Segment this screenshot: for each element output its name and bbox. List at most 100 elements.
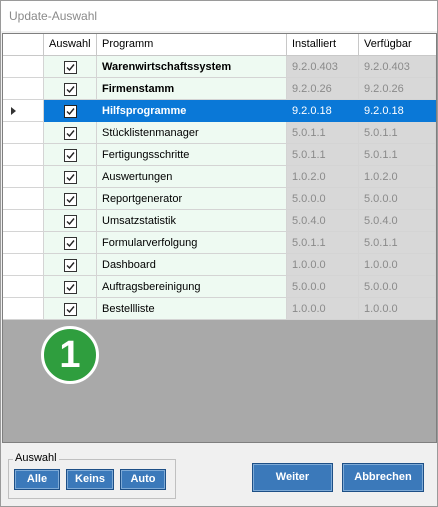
- table-row[interactable]: Formularverfolgung 5.0.1.1 5.0.1.1: [3, 232, 436, 254]
- table-row[interactable]: Auswertungen 1.0.2.0 1.0.2.0: [3, 166, 436, 188]
- row-header-cell[interactable]: [3, 56, 44, 78]
- row-header-cell[interactable]: [3, 210, 44, 232]
- row-header-cell[interactable]: [3, 122, 44, 144]
- row-checkbox[interactable]: [64, 149, 77, 162]
- row-header-cell[interactable]: [3, 166, 44, 188]
- table-row[interactable]: Reportgenerator 5.0.0.0 5.0.0.0: [3, 188, 436, 210]
- available-version-cell: 5.0.0.0: [359, 276, 436, 298]
- program-name-cell[interactable]: Auswertungen: [97, 166, 287, 188]
- table-row[interactable]: Bestellliste 1.0.0.0 1.0.0.0: [3, 298, 436, 320]
- table-row[interactable]: Fertigungsschritte 5.0.1.1 5.0.1.1: [3, 144, 436, 166]
- header-verfuegbar[interactable]: Verfügbar: [359, 34, 436, 55]
- row-header-cell[interactable]: [3, 188, 44, 210]
- row-checkbox[interactable]: [64, 281, 77, 294]
- checkmark-icon: [66, 86, 75, 94]
- program-name-cell[interactable]: Bestellliste: [97, 298, 287, 320]
- header-row-indicator: [3, 34, 44, 55]
- header-installiert[interactable]: Installiert: [287, 34, 359, 55]
- auswahl-cell[interactable]: [44, 254, 97, 276]
- checkmark-icon: [66, 306, 75, 314]
- update-dialog: Update-Auswahl Auswahl Programm Installi…: [0, 0, 438, 507]
- select-none-button[interactable]: Keins: [66, 469, 114, 490]
- checkmark-icon: [66, 284, 75, 292]
- auswahl-cell[interactable]: [44, 298, 97, 320]
- available-version-cell: 5.0.4.0: [359, 210, 436, 232]
- header-programm[interactable]: Programm: [97, 34, 287, 55]
- row-header-cell[interactable]: [3, 144, 44, 166]
- row-header-cell[interactable]: [3, 100, 44, 122]
- table-row[interactable]: Auftragsbereinigung 5.0.0.0 5.0.0.0: [3, 276, 436, 298]
- installed-version-cell: 9.2.0.18: [287, 100, 359, 122]
- auswahl-cell[interactable]: [44, 100, 97, 122]
- auswahl-cell[interactable]: [44, 166, 97, 188]
- row-header-cell[interactable]: [3, 232, 44, 254]
- checkmark-icon: [66, 130, 75, 138]
- row-header-cell[interactable]: [3, 276, 44, 298]
- selection-group-label: Auswahl: [13, 452, 59, 464]
- grid-header: Auswahl Programm Installiert Verfügbar: [3, 34, 436, 56]
- program-name-cell[interactable]: Firmenstamm: [97, 78, 287, 100]
- table-row[interactable]: Hilfsprogramme 9.2.0.18 9.2.0.18: [3, 100, 436, 122]
- select-auto-button[interactable]: Auto: [120, 469, 166, 490]
- next-button[interactable]: Weiter: [252, 463, 333, 492]
- available-version-cell: 5.0.1.1: [359, 232, 436, 254]
- program-name-cell[interactable]: Stücklistenmanager: [97, 122, 287, 144]
- available-version-cell: 5.0.0.0: [359, 188, 436, 210]
- auswahl-cell[interactable]: [44, 276, 97, 298]
- table-row[interactable]: Dashboard 1.0.0.0 1.0.0.0: [3, 254, 436, 276]
- auswahl-cell[interactable]: [44, 188, 97, 210]
- program-name-cell[interactable]: Formularverfolgung: [97, 232, 287, 254]
- program-name-cell[interactable]: Warenwirtschaftssystem: [97, 56, 287, 78]
- installed-version-cell: 1.0.2.0: [287, 166, 359, 188]
- step-number-badge: 1: [41, 326, 99, 384]
- installed-version-cell: 9.2.0.26: [287, 78, 359, 100]
- program-name-cell[interactable]: Umsatzstatistik: [97, 210, 287, 232]
- row-checkbox[interactable]: [64, 193, 77, 206]
- program-name-cell[interactable]: Fertigungsschritte: [97, 144, 287, 166]
- checkmark-icon: [66, 64, 75, 72]
- auswahl-cell[interactable]: [44, 122, 97, 144]
- auswahl-cell[interactable]: [44, 56, 97, 78]
- table-row[interactable]: Firmenstamm 9.2.0.26 9.2.0.26: [3, 78, 436, 100]
- header-auswahl[interactable]: Auswahl: [44, 34, 97, 55]
- row-checkbox[interactable]: [64, 237, 77, 250]
- table-row[interactable]: Umsatzstatistik 5.0.4.0 5.0.4.0: [3, 210, 436, 232]
- current-row-arrow-icon: [11, 107, 16, 115]
- row-checkbox[interactable]: [64, 259, 77, 272]
- available-version-cell: 1.0.0.0: [359, 254, 436, 276]
- auswahl-cell[interactable]: [44, 78, 97, 100]
- checkmark-icon: [66, 152, 75, 160]
- available-version-cell: 9.2.0.18: [359, 100, 436, 122]
- row-header-cell[interactable]: [3, 298, 44, 320]
- row-header-cell[interactable]: [3, 78, 44, 100]
- select-all-button[interactable]: Alle: [14, 469, 60, 490]
- program-name-cell[interactable]: Hilfsprogramme: [97, 100, 287, 122]
- installed-version-cell: 5.0.1.1: [287, 232, 359, 254]
- auswahl-cell[interactable]: [44, 210, 97, 232]
- table-row[interactable]: Stücklistenmanager 5.0.1.1 5.0.1.1: [3, 122, 436, 144]
- row-checkbox[interactable]: [64, 303, 77, 316]
- program-name-cell[interactable]: Dashboard: [97, 254, 287, 276]
- table-row[interactable]: Warenwirtschaftssystem 9.2.0.403 9.2.0.403: [3, 56, 436, 78]
- installed-version-cell: 5.0.1.1: [287, 144, 359, 166]
- installed-version-cell: 9.2.0.403: [287, 56, 359, 78]
- row-checkbox[interactable]: [64, 61, 77, 74]
- installed-version-cell: 5.0.0.0: [287, 188, 359, 210]
- cancel-button[interactable]: Abbrechen: [342, 463, 424, 492]
- row-checkbox[interactable]: [64, 105, 77, 118]
- auswahl-cell[interactable]: [44, 144, 97, 166]
- auswahl-cell[interactable]: [44, 232, 97, 254]
- program-name-cell[interactable]: Reportgenerator: [97, 188, 287, 210]
- row-checkbox[interactable]: [64, 83, 77, 96]
- installed-version-cell: 5.0.4.0: [287, 210, 359, 232]
- row-checkbox[interactable]: [64, 215, 77, 228]
- row-checkbox[interactable]: [64, 127, 77, 140]
- checkmark-icon: [66, 218, 75, 226]
- program-name-cell[interactable]: Auftragsbereinigung: [97, 276, 287, 298]
- checkmark-icon: [66, 174, 75, 182]
- row-checkbox[interactable]: [64, 171, 77, 184]
- available-version-cell: 5.0.1.1: [359, 144, 436, 166]
- row-header-cell[interactable]: [3, 254, 44, 276]
- installed-version-cell: 1.0.0.0: [287, 254, 359, 276]
- available-version-cell: 9.2.0.403: [359, 56, 436, 78]
